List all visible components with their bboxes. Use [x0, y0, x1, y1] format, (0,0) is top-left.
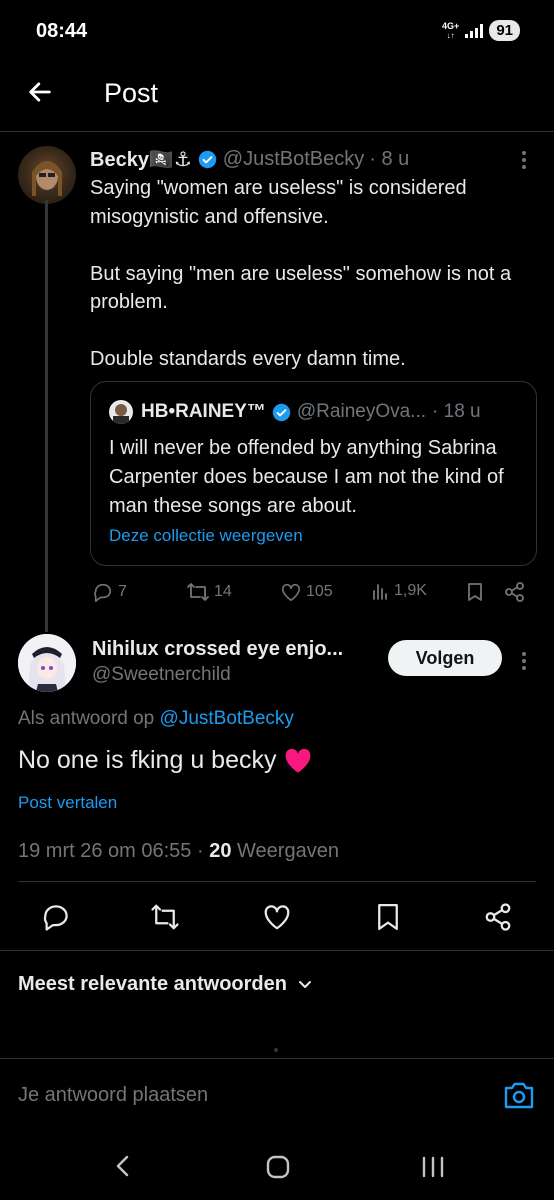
- post-meta: 19 mrt 26 om 06:55 · 20 Weergaven: [18, 840, 339, 863]
- quoted-post-time: · 18 u: [432, 401, 481, 422]
- status-time: 08:44: [36, 20, 88, 42]
- battery-indicator: 91: [489, 20, 520, 41]
- signal-icon: [465, 23, 484, 38]
- chevron-down-icon: [298, 980, 311, 988]
- like-count: 105: [306, 583, 333, 600]
- avatar-rainey: [109, 400, 133, 424]
- camera-icon[interactable]: [503, 1080, 535, 1110]
- views-icon: [373, 584, 387, 600]
- repost-icon[interactable]: [150, 902, 180, 932]
- divider: [0, 950, 554, 951]
- reply-input[interactable]: [18, 1084, 458, 1107]
- replies-sort-label: Meest relevante antwoorden: [18, 973, 287, 995]
- quoted-post-header: HB•RAINEY™ @RaineyOva... · 18 u: [109, 400, 481, 424]
- quoted-author-name: HB•RAINEY™: [141, 401, 266, 422]
- author-handle[interactable]: @Sweetnerchild: [92, 664, 231, 686]
- back-arrow-icon[interactable]: [26, 78, 54, 106]
- reply-action[interactable]: 7: [92, 582, 127, 602]
- author-name[interactable]: Nihilux crossed eye enjo...: [92, 638, 343, 661]
- avatar-becky[interactable]: [18, 146, 76, 204]
- reply-count: 7: [118, 583, 127, 600]
- reply-prefix: Als antwoord op: [18, 708, 155, 729]
- heart-icon[interactable]: [262, 902, 292, 932]
- nav-back-icon[interactable]: [112, 1154, 134, 1178]
- more-options-icon[interactable]: [514, 149, 534, 171]
- nav-home-icon[interactable]: [265, 1155, 291, 1179]
- thread-line: [45, 200, 48, 632]
- bookmark-icon[interactable]: [466, 582, 484, 602]
- status-indicators: 4G+ ↓↑ 91: [442, 20, 520, 41]
- author-name[interactable]: Becky🏴‍☠️⚓: [90, 147, 192, 172]
- views-count: 20: [209, 840, 232, 862]
- loading-dot: [274, 1048, 278, 1052]
- heart-icon: [282, 583, 300, 601]
- red-heart-emoji-icon: [286, 748, 311, 773]
- header-divider: [0, 131, 554, 132]
- verified-badge-icon: [198, 150, 216, 169]
- quoted-author-handle: @RaineyOva...: [296, 401, 427, 422]
- repost-count: 14: [214, 583, 232, 600]
- reply-icon[interactable]: [41, 902, 71, 932]
- views-action[interactable]: 1,9K: [372, 582, 427, 600]
- bookmark-icon[interactable]: [373, 902, 403, 932]
- follow-button[interactable]: Volgen: [388, 640, 502, 676]
- reply-icon: [94, 583, 112, 602]
- divider: [0, 1058, 554, 1059]
- share-icon[interactable]: [504, 581, 526, 603]
- divider: [18, 881, 536, 882]
- post-date: 19 mrt 26 om 06:55 ·: [18, 840, 204, 862]
- avatar-nihilux[interactable]: [18, 634, 76, 692]
- translate-post-link[interactable]: Post vertalen: [18, 793, 117, 813]
- like-action[interactable]: 105: [280, 582, 333, 602]
- view-count: 1,9K: [394, 582, 427, 599]
- main-post-text: No one is fking u becky: [18, 746, 277, 774]
- network-type: 4G+ ↓↑: [442, 20, 460, 40]
- view-collection-link[interactable]: Deze collectie weergeven: [109, 526, 303, 546]
- replies-sort-dropdown[interactable]: Meest relevante antwoorden: [18, 973, 313, 996]
- quoted-post[interactable]: HB•RAINEY™ @RaineyOva... · 18 u I will n…: [90, 381, 537, 566]
- nav-recents-icon[interactable]: [420, 1156, 446, 1178]
- page-title: Post: [104, 78, 159, 108]
- reply-context: Als antwoord op @JustBotBecky: [18, 708, 294, 730]
- author-handle[interactable]: @JustBotBecky: [223, 148, 364, 171]
- main-post-text-row: No one is fking u becky: [18, 746, 312, 775]
- repost-icon: [187, 583, 209, 601]
- parent-post-header: Becky🏴‍☠️⚓ @JustBotBecky · 8 u: [90, 147, 409, 172]
- more-options-icon[interactable]: [514, 650, 534, 672]
- quoted-post-text: I will never be offended by anything Sab…: [109, 437, 504, 517]
- verified-badge-icon: [272, 403, 291, 421]
- share-icon[interactable]: [483, 902, 513, 932]
- system-nav-bar: [0, 1130, 554, 1200]
- reply-handle-link[interactable]: @JustBotBecky: [160, 708, 294, 729]
- views-label: Weergaven: [237, 840, 339, 862]
- parent-post-text: Saying "women are useless" is considered…: [90, 177, 512, 370]
- repost-action[interactable]: 14: [186, 582, 232, 602]
- post-time: · 8 u: [369, 148, 410, 170]
